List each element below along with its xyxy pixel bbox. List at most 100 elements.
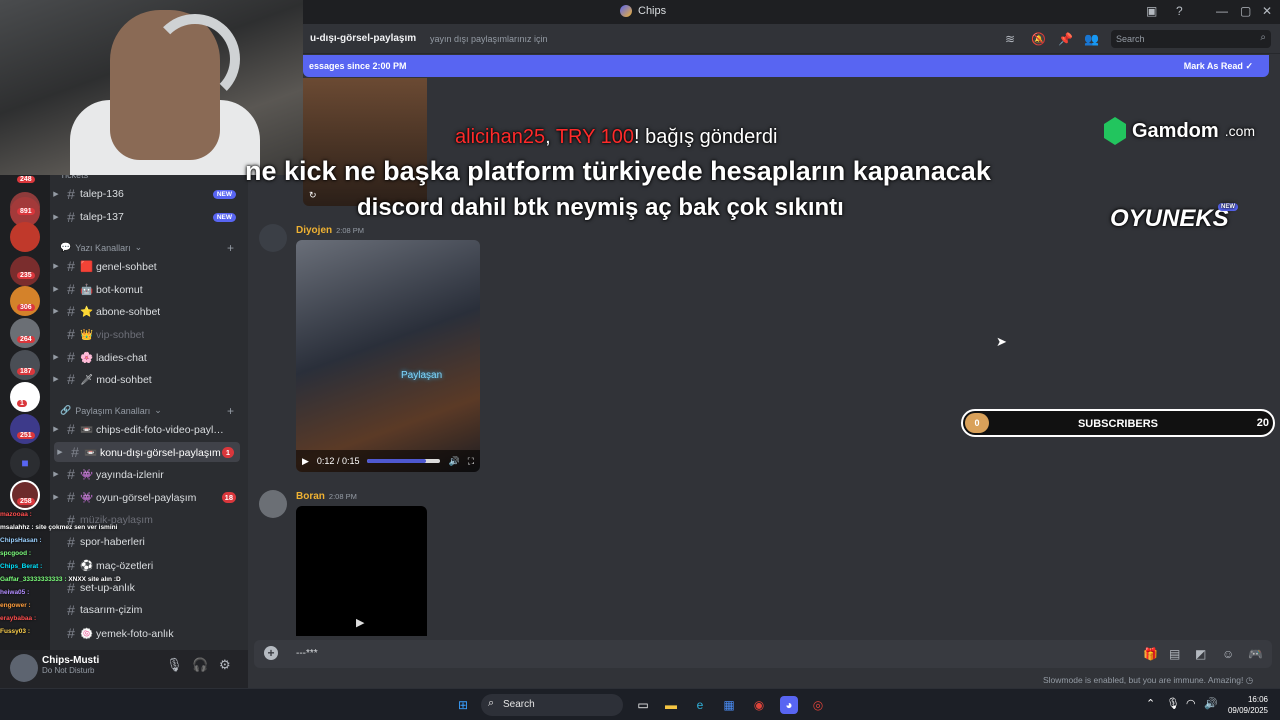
- sponsor-gamdom: Gamdom .com: [1104, 117, 1255, 145]
- server-icon[interactable]: [10, 350, 40, 380]
- server-icon[interactable]: [10, 286, 40, 316]
- search-icon: ⌕: [488, 697, 495, 709]
- sponsor-name: Gamdom: [1132, 119, 1219, 142]
- avatar[interactable]: [10, 654, 38, 682]
- edge-icon[interactable]: e: [691, 696, 709, 714]
- channel-mod-sohbet[interactable]: ▶ # 🗡 mod-sohbet: [50, 369, 242, 389]
- taskbar-search[interactable]: ⌕ Search: [481, 694, 623, 716]
- volume-icon[interactable]: 🔊: [1204, 697, 1218, 710]
- new-messages-bar[interactable]: essages since 2:00 PM Mark As Read ✓: [303, 55, 1269, 77]
- window-title: Chips: [620, 5, 666, 17]
- search-input[interactable]: Search ⌕: [1111, 30, 1271, 48]
- channel-konu-disi-gorsel-paylasim[interactable]: ▶ # 📼 konu-dışı-görsel-paylaşım 1: [54, 442, 240, 462]
- channel-vip-sohbet[interactable]: # 👑 vip-sohbet: [50, 324, 242, 344]
- microphone-icon[interactable]: 🎙: [166, 657, 183, 673]
- app-icon[interactable]: ◎: [809, 696, 827, 714]
- wifi-icon[interactable]: ◠: [1186, 697, 1196, 710]
- chat-text: XNXX site alın :D: [68, 576, 121, 583]
- mark-as-read-button[interactable]: Mark As Read ✓: [1184, 61, 1253, 72]
- chevron-up-icon[interactable]: ⌃: [1146, 697, 1155, 710]
- help-icon[interactable]: ?: [1176, 4, 1183, 18]
- channel-oyun-gorsel-paylasim[interactable]: ▶ # 👾 oyun-görsel-paylaşım 18: [50, 487, 242, 507]
- apps-icon[interactable]: 🎮: [1248, 647, 1263, 661]
- channel-chips-edit[interactable]: ▶ # 📼 chips-edit-foto-video-payla...: [50, 419, 242, 439]
- channel-label: 🌸 ladies-chat: [80, 351, 147, 364]
- chat-message: mazooaa :: [0, 508, 200, 521]
- video-embed[interactable]: ▶: [296, 506, 427, 636]
- message-composer[interactable]: + ---*** 🎁 ▤ ◩ ☺ 🎮: [254, 640, 1272, 668]
- donation-alert: alicihan25, TRY 100! bağış gönderdi: [455, 126, 777, 149]
- maximize-button[interactable]: ▢: [1240, 4, 1251, 18]
- channel-bot-komut[interactable]: ▶ # 🤖 bot-komut: [50, 279, 242, 299]
- video-progress[interactable]: [367, 459, 441, 463]
- unread-badge: 1: [222, 446, 234, 458]
- slowmode-text: Slowmode is enabled, but you are immune.…: [1043, 675, 1244, 685]
- chrome-icon[interactable]: ◉: [750, 696, 768, 714]
- add-attachment-button[interactable]: +: [264, 646, 278, 660]
- clock-time: 16:06: [1247, 695, 1268, 704]
- channel-abone-sohbet[interactable]: ▶ # ⭐ abone-sohbet: [50, 301, 242, 321]
- gift-icon[interactable]: 🎁: [1143, 647, 1158, 661]
- server-icon[interactable]: [10, 318, 40, 348]
- discord-icon[interactable]: ◕: [780, 696, 798, 714]
- server-badge: 235: [17, 272, 35, 279]
- channel-ladies-chat[interactable]: ▶ # 🌸 ladies-chat: [50, 347, 242, 367]
- threads-icon[interactable]: ≋: [1005, 32, 1015, 46]
- username: Chips-Musti: [42, 655, 100, 666]
- volume-icon[interactable]: 🔊: [448, 456, 459, 467]
- chat-username: mazooaa :: [0, 511, 32, 518]
- minimize-button[interactable]: —: [1216, 4, 1228, 18]
- channel-talep-137[interactable]: ▶ # talep-137 NEW: [50, 207, 242, 227]
- channel-genel-sohbet[interactable]: ▶ # 🟥 genel-sohbet: [50, 256, 242, 276]
- channel-talep-136[interactable]: ▶ # talep-136 NEW: [50, 184, 242, 204]
- new-badge: NEW: [1218, 203, 1238, 211]
- chat-message: Fussy03 :: [0, 625, 200, 638]
- gif-icon[interactable]: ▤: [1169, 647, 1180, 661]
- channel-yayinda-izlenir[interactable]: ▶ # 👾 yayında-izlenir: [50, 464, 242, 484]
- screen-share-icon[interactable]: ▣: [1146, 4, 1157, 18]
- server-icon[interactable]: [10, 222, 40, 252]
- close-button[interactable]: ✕: [1262, 4, 1272, 18]
- server-badge: 248: [17, 176, 35, 183]
- bell-muted-icon[interactable]: 🔕: [1031, 32, 1046, 46]
- server-icon[interactable]: [10, 256, 40, 286]
- folder-icon[interactable]: ■: [10, 448, 40, 478]
- clock[interactable]: 16:06 09/09/2025: [1222, 694, 1268, 716]
- members-icon[interactable]: 👥: [1084, 32, 1099, 46]
- video-time: 0:12 / 0:15: [316, 456, 360, 466]
- video-embed[interactable]: Paylaşan ▶ 0:12 / 0:15 🔊 ⛶: [296, 240, 480, 472]
- file-explorer-icon[interactable]: ▬: [662, 696, 680, 714]
- pin-icon[interactable]: 📌: [1058, 32, 1073, 46]
- server-badge: 264: [17, 336, 35, 343]
- play-icon[interactable]: ▶: [356, 616, 364, 629]
- store-icon[interactable]: ▦: [720, 696, 738, 714]
- add-channel-icon[interactable]: +: [227, 241, 234, 255]
- category-yazi-kanallari[interactable]: 💬 Yazı Kanalları ⌄ +: [60, 241, 250, 255]
- add-channel-icon[interactable]: +: [227, 404, 234, 418]
- channel-topic: yayın dışı paylaşımlarınız için: [430, 34, 548, 44]
- server-icon[interactable]: [10, 414, 40, 444]
- play-icon[interactable]: ▶: [302, 456, 309, 467]
- chat-username: ChipsHasan :: [0, 537, 42, 544]
- emoji-icon[interactable]: ☺: [1222, 647, 1234, 661]
- message-input[interactable]: ---***: [296, 648, 318, 659]
- channel-label: 🤖 bot-komut: [80, 283, 143, 296]
- category-paylasim-kanallari[interactable]: 🔗 Paylaşım Kanalları ⌄ +: [60, 404, 250, 418]
- server-icon[interactable]: [10, 480, 40, 510]
- stream-chat-overlay: mazooaa : msalahhz : site çokmez sen ver…: [0, 508, 200, 656]
- microphone-icon[interactable]: 🎙: [1166, 697, 1180, 710]
- gear-icon[interactable]: ⚙: [219, 657, 231, 673]
- sticker-icon[interactable]: ◩: [1195, 647, 1206, 661]
- replay-icon[interactable]: ↻: [309, 190, 317, 201]
- task-view-icon[interactable]: ▭: [634, 696, 652, 714]
- headphones-icon[interactable]: 🎧: [192, 657, 208, 673]
- fullscreen-icon[interactable]: ⛶: [468, 456, 474, 467]
- chat-username: msalahhz :: [0, 524, 36, 531]
- server-icon[interactable]: [10, 382, 40, 412]
- caret-right-icon: ▶: [53, 494, 59, 501]
- message-author[interactable]: Boran 2:08 PM: [296, 491, 357, 502]
- avatar[interactable]: [259, 490, 287, 518]
- avatar[interactable]: [259, 224, 287, 252]
- message-author[interactable]: Diyojen 2:08 PM: [296, 225, 364, 236]
- start-icon[interactable]: ⊞: [454, 696, 472, 714]
